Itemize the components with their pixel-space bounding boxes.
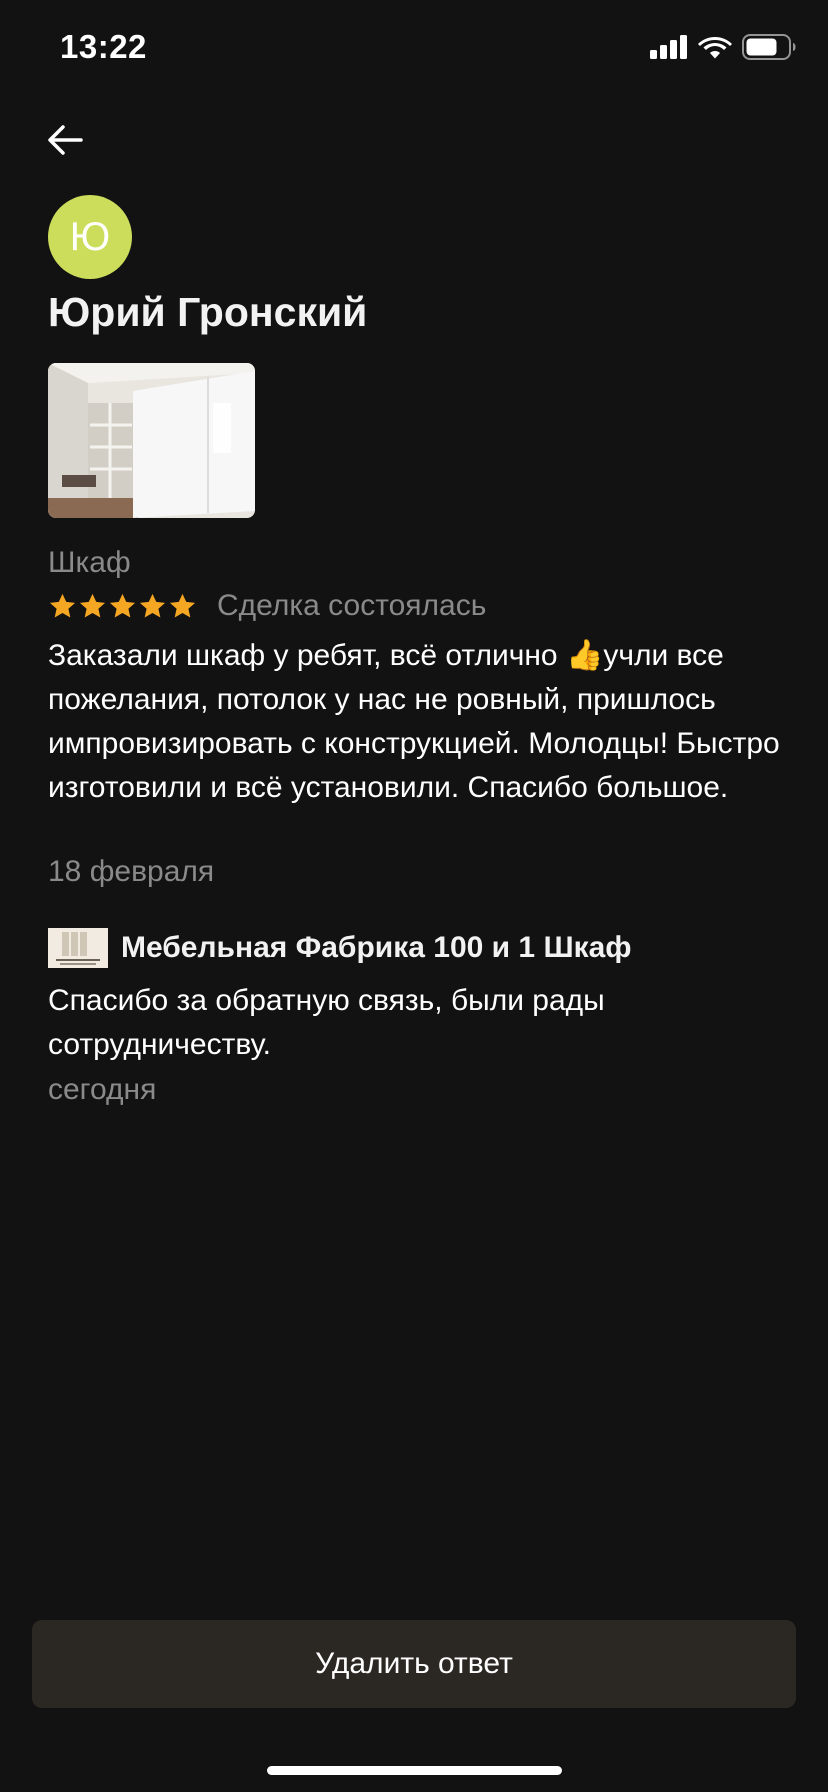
cellular-signal-icon [650, 35, 687, 59]
home-indicator [267, 1766, 562, 1775]
arrow-left-icon [48, 125, 83, 155]
star-icon [169, 593, 196, 617]
star-icon [49, 593, 76, 617]
rating-row: Сделка состоялась [48, 589, 486, 623]
wifi-icon [698, 37, 732, 59]
review-text: Заказали шкаф у ребят, всё отлично 👍учли… [48, 634, 788, 810]
company-logo [48, 928, 108, 968]
status-time: 13:22 [60, 28, 147, 65]
star-icon [109, 593, 136, 617]
star-rating [48, 592, 197, 621]
battery-icon [742, 34, 796, 60]
reviewer-name: Юрий Гронский [48, 289, 368, 335]
product-title: Шкаф [48, 546, 131, 579]
reply-author: Мебельная Фабрика 100 и 1 Шкаф [121, 931, 632, 964]
star-icon [79, 593, 106, 617]
status-bar: 13:22 [0, 0, 828, 100]
wardrobe-photo [48, 363, 255, 518]
thumbs-up-emoji: 👍 [565, 638, 604, 673]
reply-text: Спасибо за обратную связь, были рады сот… [48, 984, 605, 1061]
reply-date: сегодня [48, 1073, 157, 1106]
delete-reply-label: Удалить ответ [315, 1647, 513, 1680]
review-date: 18 февраля [48, 855, 215, 888]
review-text-start: Заказали шкаф у ребят, всё отлично [48, 639, 566, 672]
avatar-letter: Ю [69, 214, 111, 259]
delete-reply-button[interactable]: Удалить ответ [32, 1620, 796, 1708]
star-icon [139, 593, 166, 617]
deal-status: Сделка состоялась [217, 589, 487, 622]
back-button[interactable] [40, 118, 90, 162]
review-photo-thumbnail[interactable] [48, 363, 255, 518]
avatar: Ю [48, 195, 132, 279]
reply-header: Мебельная Фабрика 100 и 1 Шкаф [48, 928, 632, 968]
status-icons [650, 34, 796, 60]
